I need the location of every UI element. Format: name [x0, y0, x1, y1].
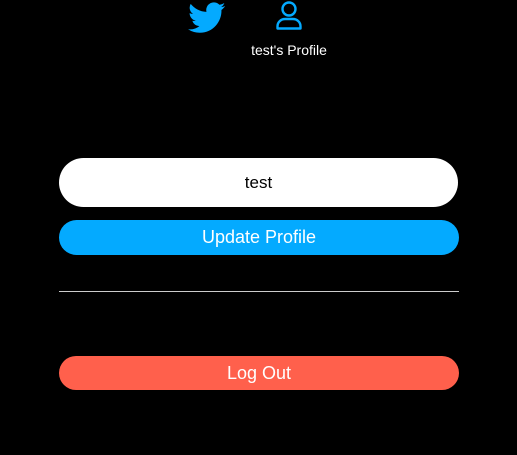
- user-icon: [274, 0, 304, 30]
- profile-page: test's Profile Update Profile Log Out: [0, 0, 517, 455]
- top-navigation: test's Profile: [0, 0, 517, 60]
- home-link[interactable]: [188, 2, 226, 34]
- update-profile-button[interactable]: Update Profile: [59, 220, 459, 255]
- twitter-bird-icon: [188, 2, 226, 33]
- logout-button[interactable]: Log Out: [59, 356, 459, 390]
- display-name-input[interactable]: [59, 158, 458, 207]
- profile-link[interactable]: test's Profile: [244, 0, 334, 58]
- profile-link-label: test's Profile: [251, 42, 327, 58]
- divider: [59, 291, 459, 292]
- profile-form: Update Profile: [59, 158, 459, 255]
